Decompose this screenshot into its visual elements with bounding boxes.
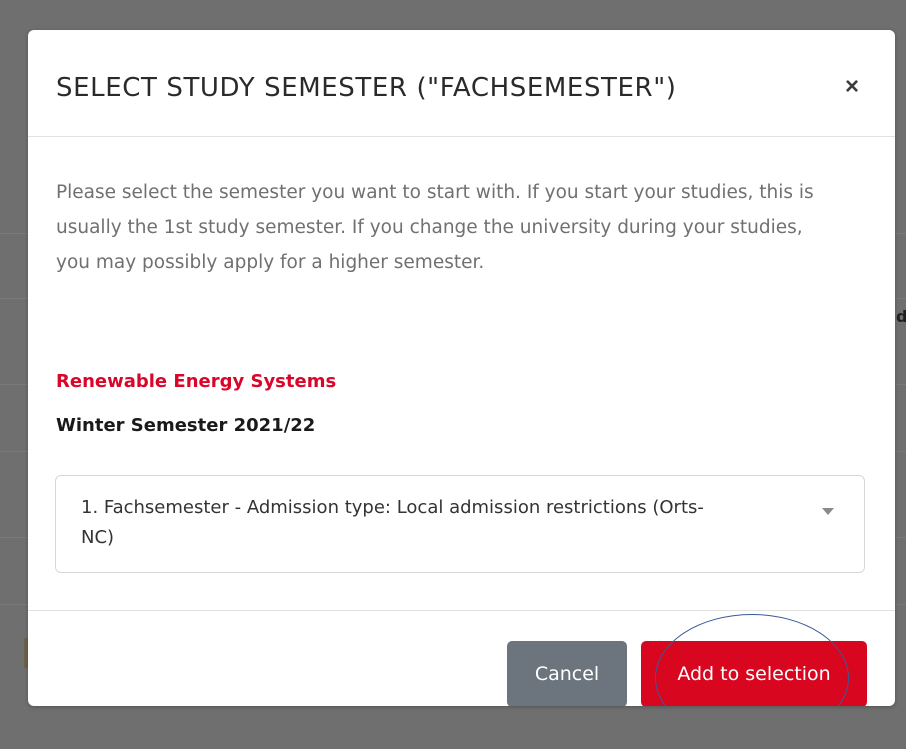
add-to-selection-button[interactable]: Add to selection (641, 614, 867, 706)
dialog-description: Please select the semester you want to s… (56, 182, 814, 273)
close-button[interactable]: × (839, 74, 865, 100)
add-to-selection-label: Add to selection (677, 663, 831, 685)
close-icon: × (844, 73, 859, 100)
select-semester-dialog: SELECT STUDY SEMESTER ("FACHSEMESTER") ×… (28, 30, 895, 706)
dialog-title: SELECT STUDY SEMESTER ("FACHSEMESTER") (56, 73, 677, 103)
select-value: 1. Fachsemester - Admission type: Local … (81, 497, 704, 548)
dialog-header: SELECT STUDY SEMESTER ("FACHSEMESTER") × (28, 30, 895, 137)
cancel-button[interactable]: Cancel (507, 641, 627, 706)
annotation-ellipse (655, 614, 849, 706)
background-text-fragment: d (896, 308, 906, 326)
semester-name: Winter Semester 2021/22 (56, 415, 316, 436)
dialog-body: Please select the semester you want to s… (28, 137, 895, 607)
fachsemester-select[interactable]: 1. Fachsemester - Admission type: Local … (55, 475, 865, 573)
chevron-down-icon (822, 508, 834, 515)
dialog-footer: Cancel Add to selection (28, 610, 895, 706)
program-name: Renewable Energy Systems (56, 371, 337, 392)
